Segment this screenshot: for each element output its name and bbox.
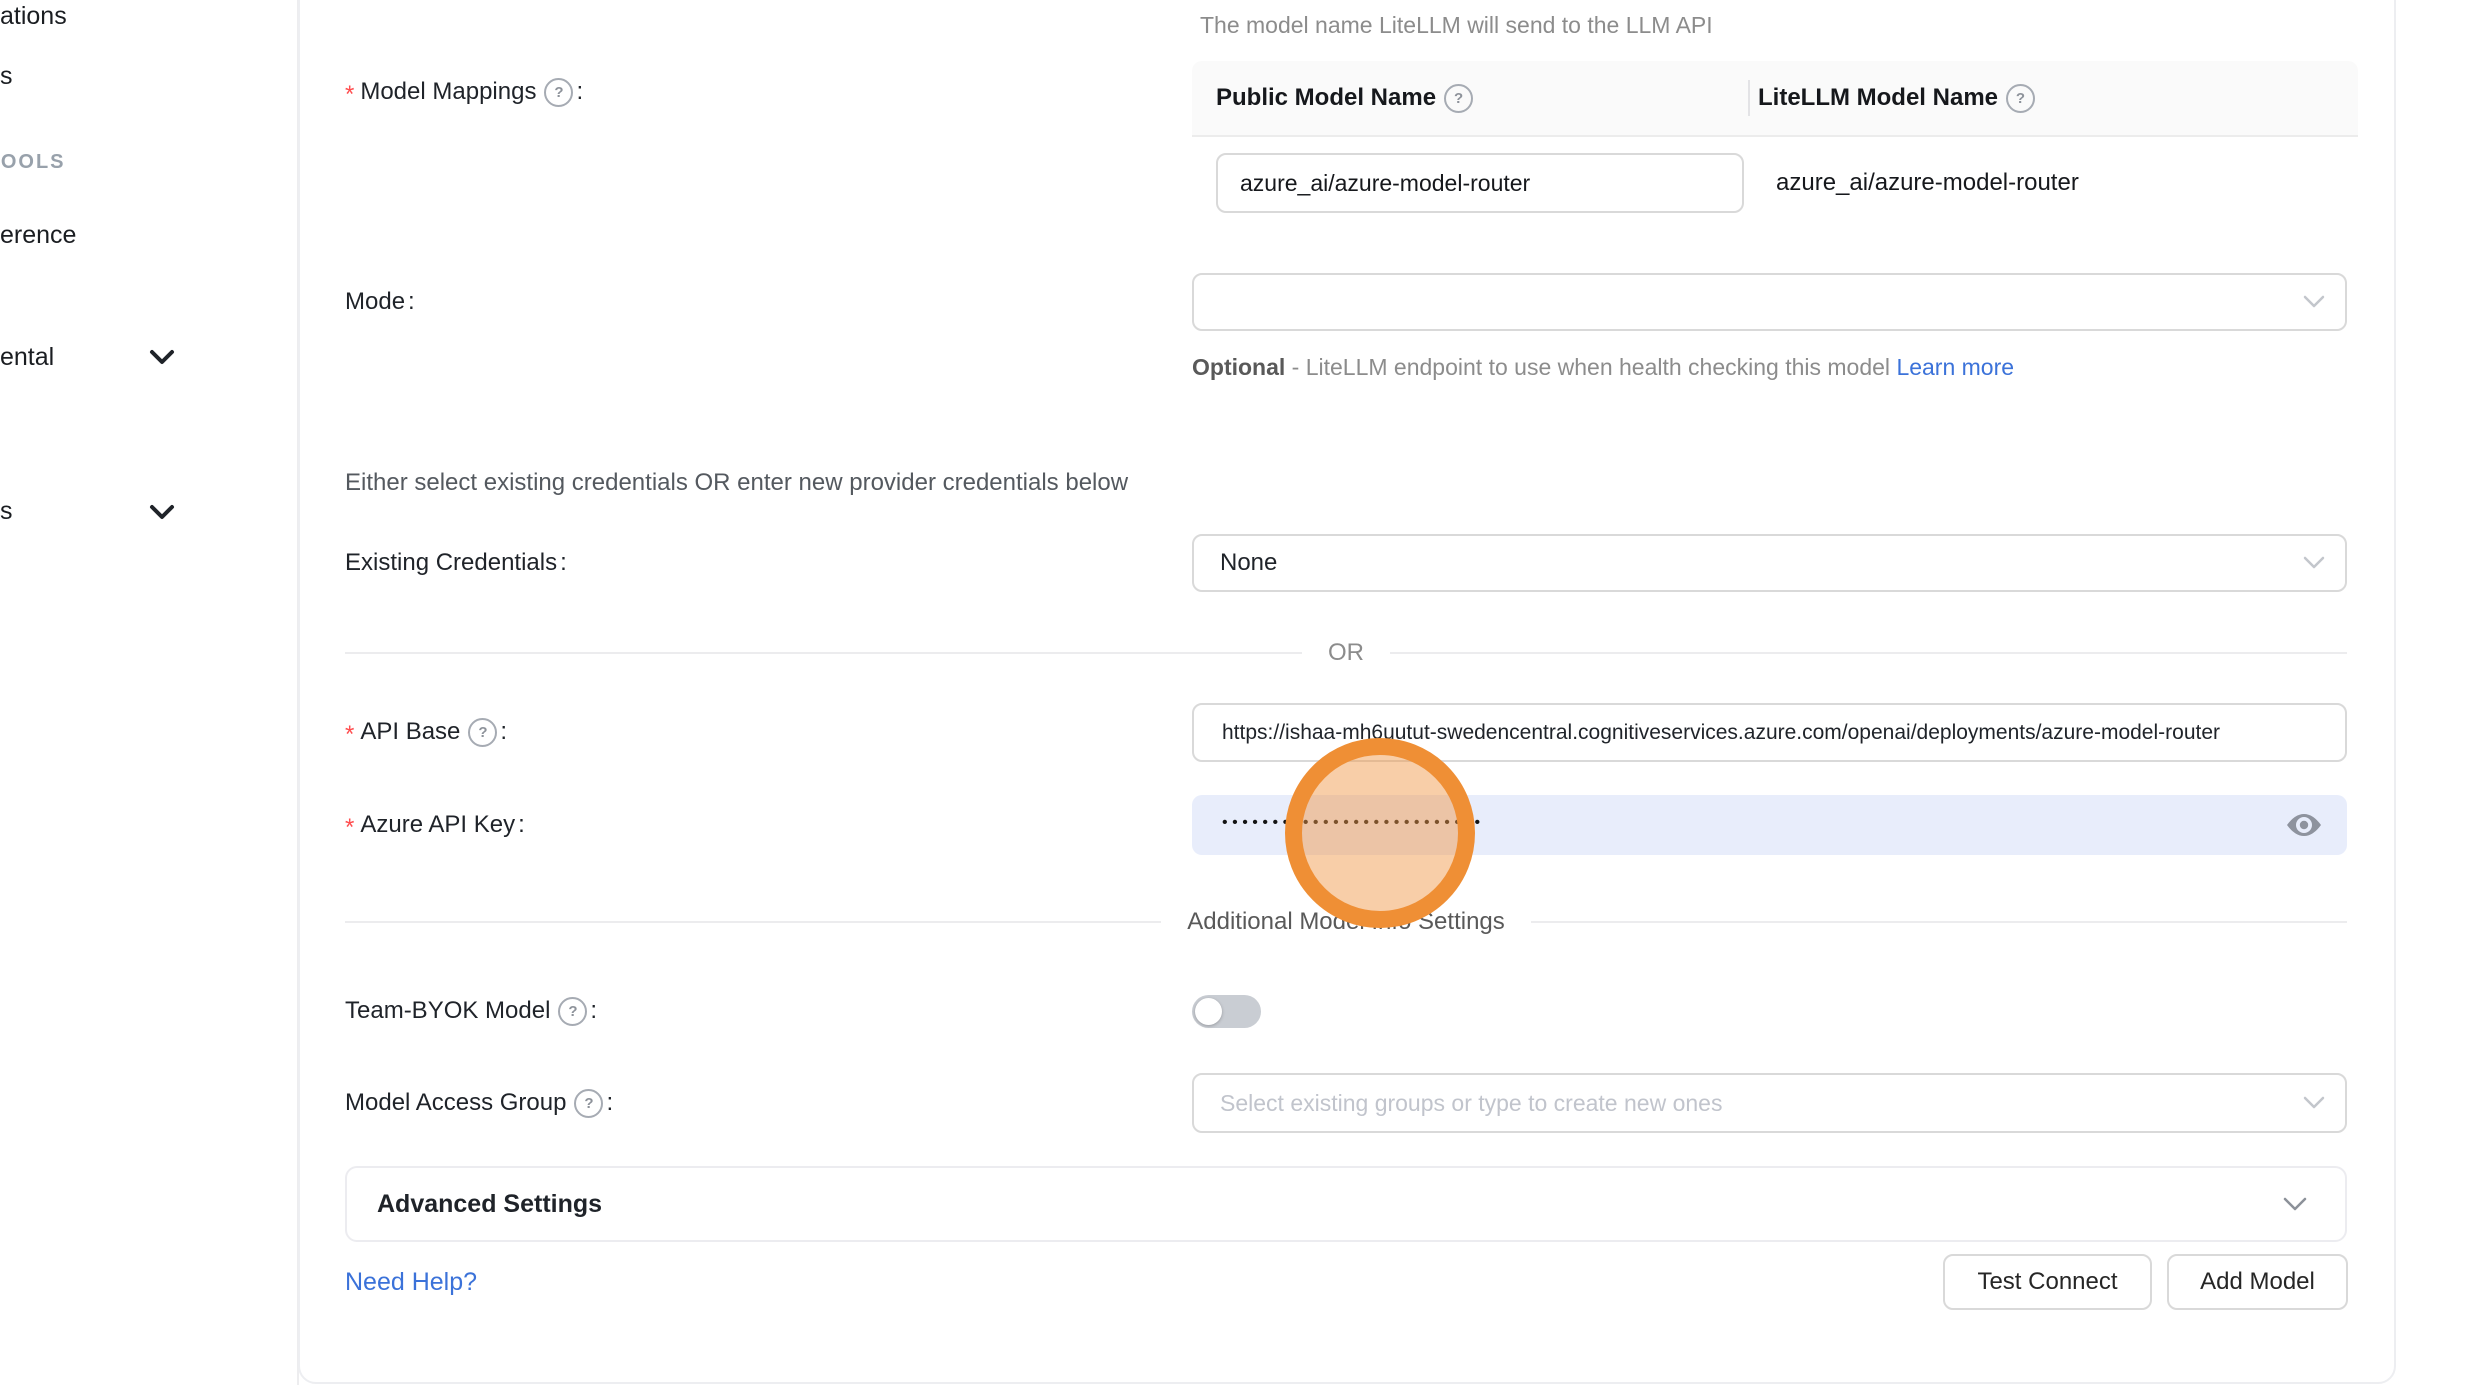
sidebar-section-tools: TOOLS <box>0 151 66 174</box>
column-divider <box>1748 80 1750 116</box>
model-access-group-select[interactable]: Select existing groups or type to create… <box>1192 1073 2347 1133</box>
help-icon[interactable]: ? <box>558 997 587 1026</box>
required-asterisk: * <box>345 721 354 749</box>
team-byok-toggle[interactable] <box>1192 995 1261 1028</box>
sidebar-item[interactable]: s <box>0 497 13 526</box>
model-mappings-label: * Model Mappings ? : <box>345 74 583 110</box>
existing-credentials-select[interactable]: None <box>1192 534 2347 592</box>
required-asterisk: * <box>345 81 354 109</box>
azure-api-key-label: * Azure API Key : <box>345 807 525 843</box>
chevron-down-icon[interactable] <box>149 503 175 521</box>
mode-helper-text: Optional - LiteLLM endpoint to use when … <box>1192 347 2022 388</box>
eye-icon[interactable] <box>2285 811 2323 839</box>
litellm-model-name-header: LiteLLM Model Name ? <box>1748 84 2035 113</box>
need-help-link[interactable]: Need Help? <box>345 1268 477 1297</box>
litellm-model-name-value: azure_ai/azure-model-router <box>1776 153 2079 213</box>
add-model-page: ations s TOOLS erence ental s The model … <box>0 0 2477 1385</box>
model-mappings-table: Public Model Name ? LiteLLM Model Name ?… <box>1192 61 2358 237</box>
optional-bold: Optional <box>1192 354 1285 380</box>
or-divider: OR <box>345 637 2347 669</box>
model-name-helper-text: The model name LiteLLM will send to the … <box>1200 12 1713 39</box>
test-connect-button[interactable]: Test Connect <box>1943 1254 2152 1310</box>
chevron-down-icon <box>2303 295 2325 309</box>
chevron-down-icon <box>2303 1096 2325 1110</box>
model-mappings-table-header: Public Model Name ? LiteLLM Model Name ? <box>1192 61 2358 137</box>
public-model-name-input-field[interactable] <box>1218 170 1742 197</box>
mode-select[interactable] <box>1192 273 2347 331</box>
advanced-settings-panel[interactable]: Advanced Settings <box>345 1166 2347 1242</box>
public-model-name-header: Public Model Name ? <box>1192 84 1748 113</box>
sidebar-item[interactable]: ental <box>0 343 54 372</box>
click-indicator-circle <box>1285 738 1475 928</box>
help-icon[interactable]: ? <box>544 78 573 107</box>
mode-label: Mode : <box>345 284 415 320</box>
advanced-settings-label: Advanced Settings <box>377 1190 602 1219</box>
model-access-group-label: Model Access Group ? : <box>345 1085 613 1121</box>
chevron-down-icon <box>2283 1197 2307 1212</box>
credentials-note: Either select existing credentials OR en… <box>345 469 1128 497</box>
help-icon[interactable]: ? <box>1444 84 1473 113</box>
model-mapping-row: azure_ai/azure-model-router <box>1192 137 2358 237</box>
existing-credentials-value: None <box>1194 549 1277 577</box>
model-access-group-placeholder: Select existing groups or type to create… <box>1194 1090 1722 1117</box>
api-base-label: * API Base ? : <box>345 714 507 750</box>
chevron-down-icon[interactable] <box>149 348 175 366</box>
required-asterisk: * <box>345 814 354 842</box>
sidebar-item[interactable]: ations <box>0 2 67 31</box>
help-icon[interactable]: ? <box>468 718 497 747</box>
help-icon[interactable]: ? <box>2006 84 2035 113</box>
public-model-name-input[interactable] <box>1216 153 1744 213</box>
toggle-knob <box>1195 998 1222 1025</box>
add-model-button[interactable]: Add Model <box>2167 1254 2348 1310</box>
chevron-down-icon <box>2303 556 2325 570</box>
sidebar-item[interactable]: s <box>0 62 13 91</box>
help-icon[interactable]: ? <box>574 1089 603 1118</box>
sidebar-item[interactable]: erence <box>0 221 76 250</box>
team-byok-label: Team-BYOK Model ? : <box>345 993 597 1029</box>
existing-credentials-label: Existing Credentials : <box>345 545 567 581</box>
learn-more-link[interactable]: Learn more <box>1896 354 2014 380</box>
